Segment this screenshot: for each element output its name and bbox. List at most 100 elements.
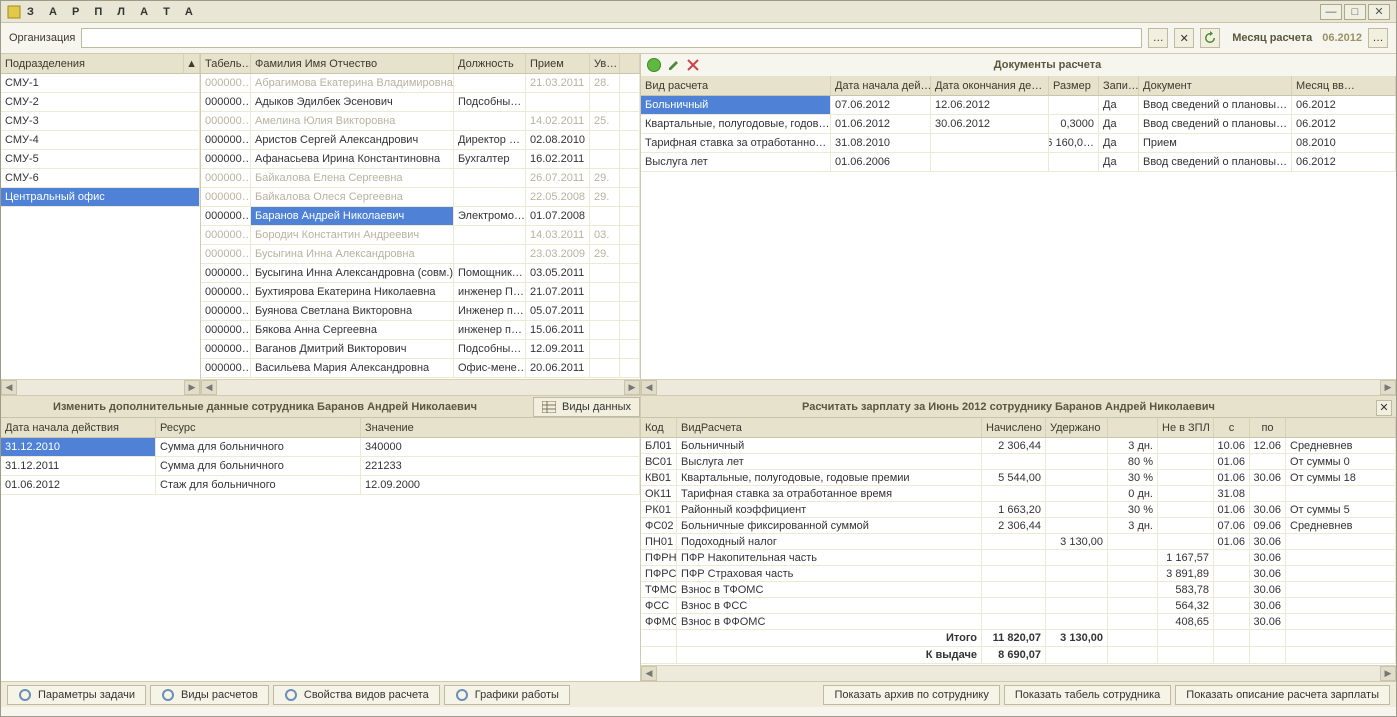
footer-button[interactable]: Графики работы — [444, 685, 570, 705]
employee-row[interactable]: 000000…Буянова Светлана ВикторовнаИнжене… — [201, 302, 640, 321]
employee-row[interactable]: 000000…Амелина Юлия Викторовна14.02.2011… — [201, 112, 640, 131]
footer-button[interactable]: Свойства видов расчета — [273, 685, 440, 705]
employee-row[interactable]: 000000…Баранов Андрей НиколаевичЭлектром… — [201, 207, 640, 226]
dept-row[interactable]: СМУ-4 — [1, 131, 200, 150]
dept-row[interactable]: Центральный офис — [1, 188, 200, 207]
calc-row[interactable]: ПН01Подоходный налог3 130,0001.0630.06 — [641, 534, 1396, 550]
calc-row[interactable]: ВС01Выслуга лет80 %01.06От суммы 0 — [641, 454, 1396, 470]
employee-row[interactable]: 000000…Абрагимова Екатерина Владимировна… — [201, 74, 640, 93]
calc-col-type[interactable]: ВидРасчета — [677, 418, 982, 438]
doc-col-zapi[interactable]: Запи… — [1099, 76, 1139, 96]
employee-row[interactable]: 000000…Бусыгина Инна Александровна23.03.… — [201, 245, 640, 264]
org-select-button[interactable]: … — [1148, 28, 1168, 48]
employee-row[interactable]: 000000…Бухтиярова Екатерина Николаевнаин… — [201, 283, 640, 302]
calc-col-po[interactable]: по — [1250, 418, 1286, 438]
footer-button[interactable]: Показать архив по сотруднику — [823, 685, 999, 705]
doc-col-mon[interactable]: Месяц вв… — [1292, 76, 1396, 96]
emp-col-pos[interactable]: Должность — [454, 54, 526, 74]
calc-row[interactable]: БЛ01Больничный2 306,443 дн.10.0612.06Сре… — [641, 438, 1396, 454]
employee-row[interactable]: 000000…Ваганов Дмитрий ВикторовичПодсобн… — [201, 340, 640, 359]
employee-row[interactable]: 000000…Бякова Анна Сергеевнаинженер п…15… — [201, 321, 640, 340]
extra-col-date[interactable]: Дата начала действия — [1, 418, 156, 438]
delete-icon[interactable] — [687, 59, 699, 71]
month-select-button[interactable]: … — [1368, 28, 1388, 48]
data-types-tab[interactable]: Виды данных — [533, 397, 640, 417]
doc-col-start[interactable]: Дата начала дей… — [831, 76, 931, 96]
calc-col-code[interactable]: Код — [641, 418, 677, 438]
footer-button[interactable]: Виды расчетов — [150, 685, 269, 705]
footer-button[interactable]: Параметры задачи — [7, 685, 146, 705]
calc-row[interactable]: ТФМСВзнос в ТФОМС583,7830.06 — [641, 582, 1396, 598]
document-row[interactable]: Квартальные, полугодовые, годов…01.06.20… — [641, 115, 1396, 134]
calc-col-extra[interactable] — [1286, 418, 1396, 438]
extra-row[interactable]: 31.12.2010Сумма для больничного340000 — [1, 438, 640, 457]
calc-row[interactable]: ПФРНПФР Накопительная часть1 167,5730.06 — [641, 550, 1396, 566]
employee-row[interactable]: 000000…Аристов Сергей АлександровичДирек… — [201, 131, 640, 150]
window-minimize-button[interactable]: — — [1320, 4, 1342, 20]
org-input[interactable] — [81, 28, 1142, 48]
employee-row[interactable]: 000000…Адыков Эдилбек ЭсеновичПодсобны… — [201, 93, 640, 112]
window-close-button[interactable]: ✕ — [1368, 4, 1390, 20]
extra-row[interactable]: 31.12.2011Сумма для больничного221233 — [1, 457, 640, 476]
document-row[interactable]: Выслуга лет01.06.2006ДаВвод сведений о п… — [641, 153, 1396, 172]
calc-row[interactable]: РК01Районный коэффициент1 663,2030 %01.0… — [641, 502, 1396, 518]
doc-col-size[interactable]: Размер — [1049, 76, 1099, 96]
dept-header[interactable]: Подразделения — [1, 54, 184, 74]
edit-icon[interactable] — [667, 58, 681, 72]
scroll-left-icon[interactable]: ◀ — [201, 380, 217, 395]
calc-row[interactable]: ФССВзнос в ФСС564,3230.06 — [641, 598, 1396, 614]
doc-col-type[interactable]: Вид расчета — [641, 76, 831, 96]
footer-button[interactable]: Показать описание расчета зарплаты — [1175, 685, 1390, 705]
calc-row[interactable]: ФФМСВзнос в ФФОМС408,6530.06 — [641, 614, 1396, 630]
dept-row[interactable]: СМУ-6 — [1, 169, 200, 188]
dept-row[interactable]: СМУ-5 — [1, 150, 200, 169]
scroll-right-icon[interactable]: ▶ — [1380, 666, 1396, 681]
employee-row[interactable]: 000000…Байкалова Елена Сергеевна26.07.20… — [201, 169, 640, 188]
document-row[interactable]: Тарифная ставка за отработанно…31.08.201… — [641, 134, 1396, 153]
dept-scroll-up[interactable]: ▲ — [184, 54, 200, 74]
employee-row[interactable]: 000000…Байкалова Олеся Сергеевна22.05.20… — [201, 188, 640, 207]
calc-col-s[interactable]: с — [1214, 418, 1250, 438]
scroll-right-icon[interactable]: ▶ — [184, 380, 200, 395]
footer-button[interactable]: Показать табель сотрудника — [1004, 685, 1171, 705]
emp-col-tab[interactable]: Табель… — [201, 54, 251, 74]
calc-close-button[interactable]: ✕ — [1376, 400, 1392, 416]
scroll-left-icon[interactable]: ◀ — [641, 666, 657, 681]
calc-col-nach[interactable]: Начислено — [982, 418, 1046, 438]
org-clear-button[interactable]: ✕ — [1174, 28, 1194, 48]
scroll-right-icon[interactable]: ▶ — [624, 380, 640, 395]
refresh-button[interactable] — [1200, 28, 1220, 48]
extra-row[interactable]: 01.06.2012Стаж для больничного12.09.2000 — [1, 476, 640, 495]
extra-col-val[interactable]: Значение — [361, 418, 640, 438]
calc-scrollbar[interactable]: ◀ ▶ — [641, 665, 1396, 681]
calc-col-nzpl[interactable]: Не в ЗПЛ — [1158, 418, 1214, 438]
scroll-left-icon[interactable]: ◀ — [1, 380, 17, 395]
dept-scrollbar[interactable]: ◀ ▶ — [1, 379, 200, 395]
calc-col-blank[interactable] — [1108, 418, 1158, 438]
employee-row[interactable]: 000000…Васильева Мария АлександровнаОфис… — [201, 359, 640, 378]
calc-row[interactable]: КВ01Квартальные, полугодовые, годовые пр… — [641, 470, 1396, 486]
doc-col-doc[interactable]: Документ — [1139, 76, 1292, 96]
window-maximize-button[interactable]: □ — [1344, 4, 1366, 20]
scroll-right-icon[interactable]: ▶ — [1380, 380, 1396, 395]
emp-col-fio[interactable]: Фамилия Имя Отчество — [251, 54, 454, 74]
doc-col-end[interactable]: Дата окончания де… — [931, 76, 1049, 96]
calc-row[interactable]: ПФРСПФР Страховая часть3 891,8930.06 — [641, 566, 1396, 582]
employee-row[interactable]: 000000…Афанасьева Ирина КонстантиновнаБу… — [201, 150, 640, 169]
calc-col-ud[interactable]: Удержано — [1046, 418, 1108, 438]
employee-row[interactable]: 000000…Бусыгина Инна Александровна (совм… — [201, 264, 640, 283]
doc-scrollbar[interactable]: ◀ ▶ — [641, 379, 1396, 395]
extra-col-res[interactable]: Ресурс — [156, 418, 361, 438]
calc-row[interactable]: ФС02Больничные фиксированной суммой2 306… — [641, 518, 1396, 534]
scroll-left-icon[interactable]: ◀ — [641, 380, 657, 395]
calc-row[interactable]: ОК11Тарифная ставка за отработанное врем… — [641, 486, 1396, 502]
employee-row[interactable]: 000000…Бородич Константин Андреевич14.03… — [201, 226, 640, 245]
emp-scrollbar[interactable]: ◀ ▶ — [201, 379, 640, 395]
dept-row[interactable]: СМУ-3 — [1, 112, 200, 131]
emp-col-hire[interactable]: Прием — [526, 54, 590, 74]
emp-col-uv[interactable]: Ув… — [590, 54, 620, 74]
add-icon[interactable] — [647, 58, 661, 72]
dept-row[interactable]: СМУ-2 — [1, 93, 200, 112]
document-row[interactable]: Больничный07.06.201212.06.2012ДаВвод све… — [641, 96, 1396, 115]
dept-row[interactable]: СМУ-1 — [1, 74, 200, 93]
